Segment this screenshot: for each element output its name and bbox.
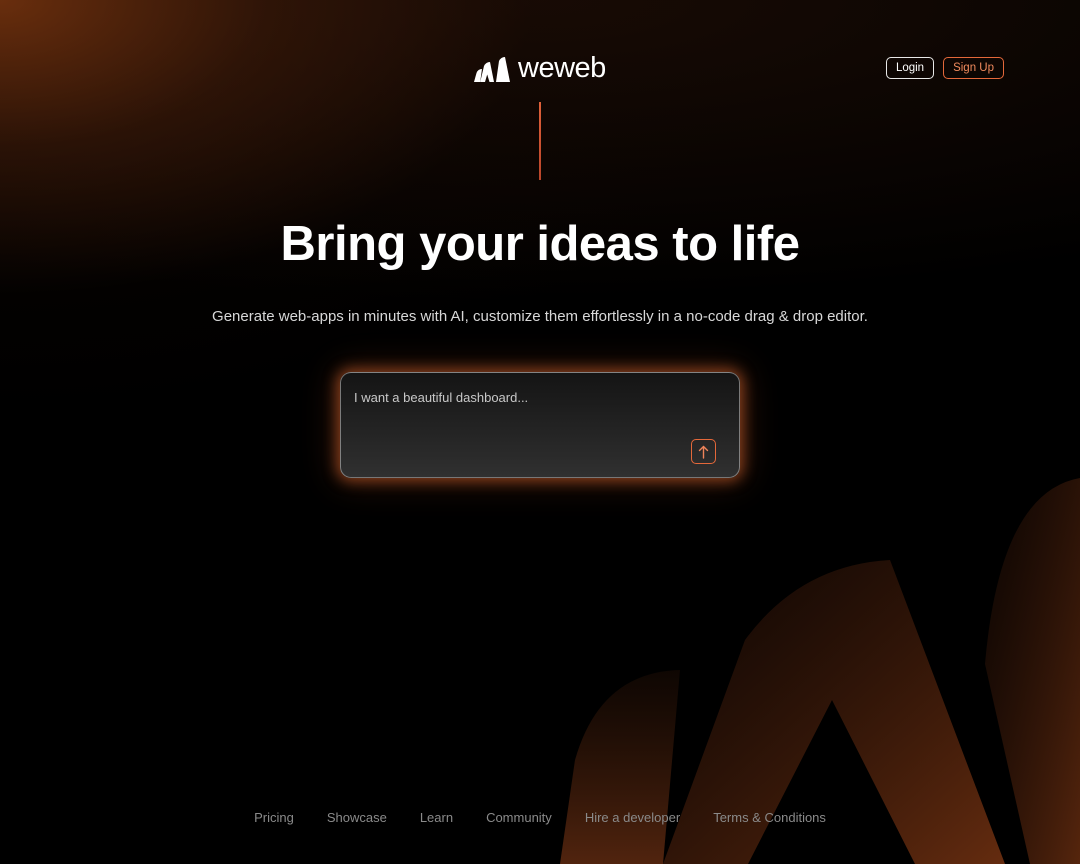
- decorative-shape-right: [985, 478, 1080, 864]
- auth-buttons: Login Sign Up: [885, 57, 1004, 79]
- decorative-shape-left: [560, 670, 680, 864]
- footer-nav: Pricing Showcase Learn Community Hire a …: [0, 810, 1080, 825]
- weweb-logo-icon: [474, 56, 510, 82]
- footer-link-pricing[interactable]: Pricing: [254, 810, 294, 825]
- prompt-input[interactable]: [354, 385, 684, 409]
- hero-title: Bring your ideas to life: [280, 217, 800, 271]
- footer-link-community[interactable]: Community: [486, 810, 552, 825]
- weweb-logo[interactable]: weweb: [474, 54, 606, 83]
- logo-wordmark: weweb: [518, 52, 606, 84]
- send-button[interactable]: [691, 439, 716, 464]
- footer-link-learn[interactable]: Learn: [420, 810, 453, 825]
- footer-link-terms[interactable]: Terms & Conditions: [713, 810, 826, 825]
- arrow-up-icon: [698, 445, 709, 459]
- signup-button[interactable]: Sign Up: [943, 57, 1004, 79]
- login-button[interactable]: Login: [885, 57, 935, 79]
- decorative-vertical-line: [539, 102, 541, 180]
- footer-link-showcase[interactable]: Showcase: [327, 810, 387, 825]
- footer-link-hire-developer[interactable]: Hire a developer: [585, 810, 680, 825]
- prompt-box: [340, 372, 740, 478]
- hero-subtitle: Generate web-apps in minutes with AI, cu…: [212, 308, 868, 325]
